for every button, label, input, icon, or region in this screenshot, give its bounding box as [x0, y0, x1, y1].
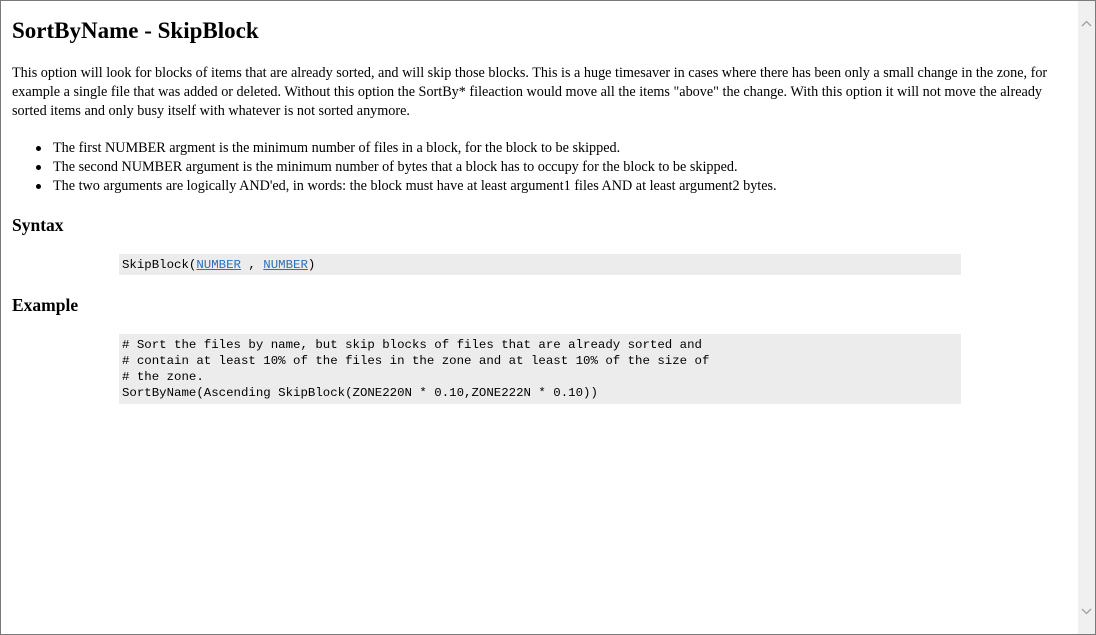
page-title: SortByName - SkipBlock	[12, 18, 259, 43]
syntax-prefix: SkipBlock(	[122, 258, 197, 272]
chevron-down-icon	[1081, 608, 1092, 615]
syntax-separator: ,	[240, 258, 264, 272]
help-content: SortByName - SkipBlock This option will …	[1, 1, 1078, 634]
list-item: The first NUMBER argment is the minimum …	[12, 139, 777, 158]
example-heading: Example	[12, 295, 79, 315]
example-code-block: # Sort the files by name, but skip block…	[119, 334, 961, 404]
argument-text: The first NUMBER argment is the minimum …	[53, 140, 621, 156]
bullet-icon	[36, 146, 41, 151]
argument-list: The first NUMBER argment is the minimum …	[12, 139, 777, 196]
syntax-suffix: )	[307, 258, 316, 272]
syntax-heading: Syntax	[12, 215, 64, 235]
bullet-icon	[36, 184, 41, 189]
code-line: # Sort the files by name, but skip block…	[122, 338, 702, 352]
number-link-1[interactable]: NUMBER	[196, 258, 241, 272]
argument-text: The second NUMBER argument is the minimu…	[53, 159, 738, 175]
syntax-code-block: SkipBlock(NUMBER , NUMBER)	[119, 254, 961, 275]
code-line: # the zone.	[122, 370, 204, 384]
scroll-down-button[interactable]	[1078, 603, 1095, 620]
code-line: # contain at least 10% of the files in t…	[122, 354, 710, 368]
help-window: SortByName - SkipBlock This option will …	[0, 0, 1096, 635]
argument-text: The two arguments are logically AND'ed, …	[53, 178, 777, 194]
vertical-scrollbar[interactable]	[1078, 1, 1095, 634]
chevron-up-icon	[1081, 20, 1092, 27]
intro-paragraph: This option will look for blocks of item…	[12, 65, 1048, 119]
scroll-up-button[interactable]	[1078, 15, 1095, 32]
number-link-2[interactable]: NUMBER	[263, 258, 308, 272]
list-item: The second NUMBER argument is the minimu…	[12, 158, 777, 177]
bullet-icon	[36, 165, 41, 170]
list-item: The two arguments are logically AND'ed, …	[12, 177, 777, 196]
code-line: SortByName(Ascending SkipBlock(ZONE220N …	[122, 386, 598, 400]
